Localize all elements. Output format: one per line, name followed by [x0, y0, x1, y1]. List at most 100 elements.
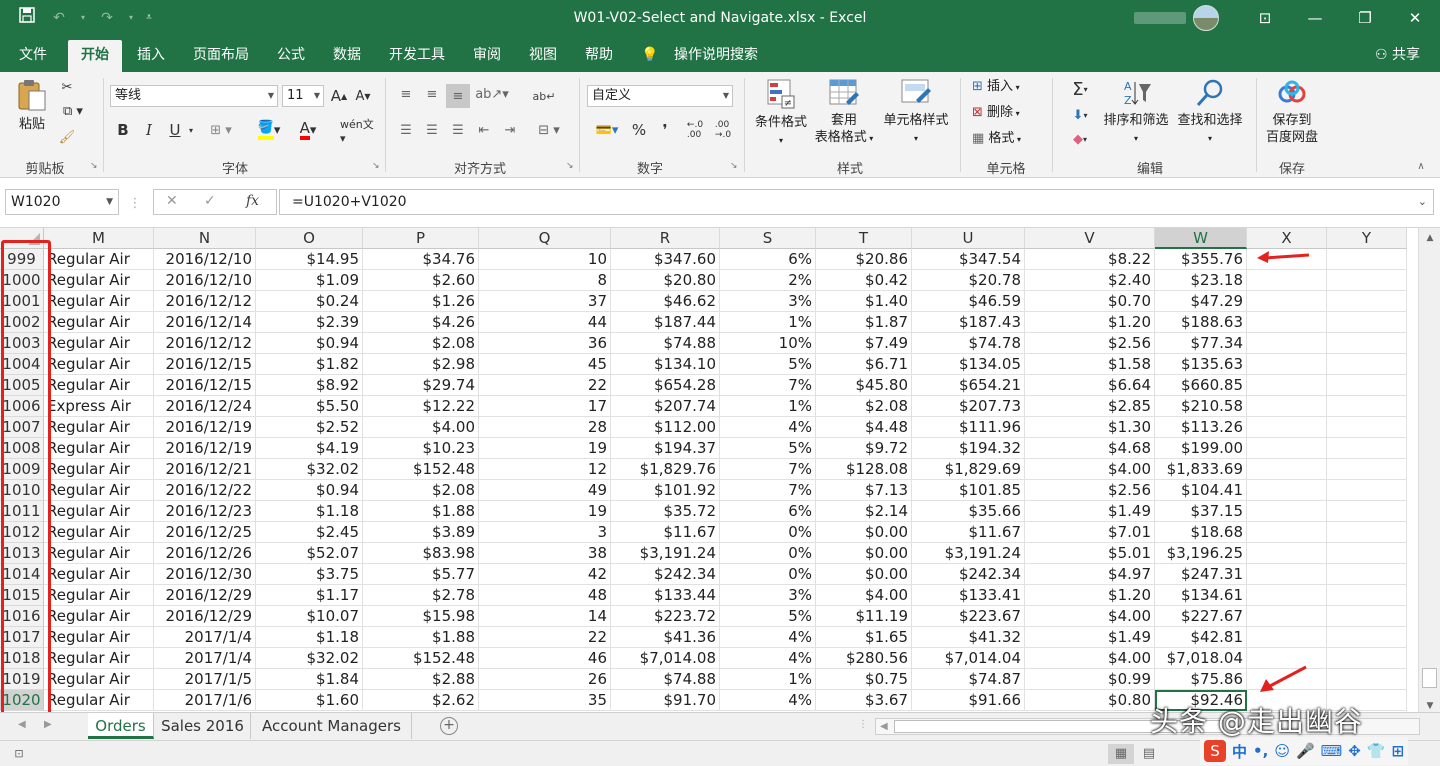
normal-view-icon[interactable]: ▦ [1108, 744, 1134, 764]
cell-u[interactable]: $74.78 [912, 333, 1025, 354]
cell-y[interactable] [1327, 270, 1407, 291]
cell-x[interactable] [1247, 375, 1327, 396]
top-align-icon[interactable]: ≡ [396, 84, 416, 104]
cell-m[interactable]: Regular Air [44, 417, 154, 438]
decrease-indent-icon[interactable]: ⇤ [474, 120, 494, 140]
cell-s[interactable]: 1% [720, 669, 816, 690]
cell-u[interactable]: $1,829.69 [912, 459, 1025, 480]
cell-w[interactable]: $199.00 [1155, 438, 1247, 459]
cell-u[interactable]: $134.05 [912, 354, 1025, 375]
cell-o[interactable]: $2.45 [256, 522, 363, 543]
tab-file[interactable]: 文件 [8, 40, 58, 72]
sheet-next-icon[interactable]: ▶ [44, 719, 52, 730]
cell-v[interactable]: $1.58 [1025, 354, 1155, 375]
cell-o[interactable]: $2.52 [256, 417, 363, 438]
cell-u[interactable]: $654.21 [912, 375, 1025, 396]
cell-r[interactable]: $7,014.08 [611, 648, 720, 669]
cell-y[interactable] [1327, 396, 1407, 417]
formula-input[interactable]: =U1020+V1020 ⌄ [279, 189, 1434, 215]
cell-n[interactable]: 2016/12/24 [154, 396, 256, 417]
cell-y[interactable] [1327, 606, 1407, 627]
keyboard-icon[interactable]: ⌨ [1321, 742, 1343, 760]
cell-s[interactable]: 7% [720, 480, 816, 501]
cell-p[interactable]: $1.88 [363, 501, 479, 522]
cell-s[interactable]: 0% [720, 543, 816, 564]
cell-p[interactable]: $2.08 [363, 480, 479, 501]
cell-m[interactable]: Regular Air [44, 333, 154, 354]
cell-o[interactable]: $1.18 [256, 501, 363, 522]
cell-r[interactable]: $242.34 [611, 564, 720, 585]
cell-u[interactable]: $3,191.24 [912, 543, 1025, 564]
cell-m[interactable]: Regular Air [44, 249, 154, 270]
cell-p[interactable]: $1.26 [363, 291, 479, 312]
cell-n[interactable]: 2017/1/4 [154, 627, 256, 648]
cell-y[interactable] [1327, 627, 1407, 648]
cell-r[interactable]: $35.72 [611, 501, 720, 522]
cell-r[interactable]: $3,191.24 [611, 543, 720, 564]
cell-v[interactable]: $2.56 [1025, 333, 1155, 354]
cell-p[interactable]: $29.74 [363, 375, 479, 396]
cell-r[interactable]: $223.72 [611, 606, 720, 627]
cell-u[interactable]: $242.34 [912, 564, 1025, 585]
column-header[interactable]: M [44, 228, 154, 249]
cell-p[interactable]: $3.89 [363, 522, 479, 543]
sort-filter-button[interactable]: AZ 排序和筛选 ▾ [1100, 78, 1172, 147]
cell-n[interactable]: 2016/12/10 [154, 249, 256, 270]
align-center-icon[interactable]: ☰ [422, 120, 442, 140]
cell-u[interactable]: $7,014.04 [912, 648, 1025, 669]
cell-s[interactable]: 5% [720, 354, 816, 375]
cell-v[interactable]: $0.70 [1025, 291, 1155, 312]
cell-t[interactable]: $2.14 [816, 501, 912, 522]
cell-y[interactable] [1327, 375, 1407, 396]
cell-r[interactable]: $20.80 [611, 270, 720, 291]
cell-m[interactable]: Regular Air [44, 480, 154, 501]
cell-t[interactable]: $7.13 [816, 480, 912, 501]
cell-n[interactable]: 2016/12/12 [154, 333, 256, 354]
cell-n[interactable]: 2016/12/14 [154, 312, 256, 333]
increase-indent-icon[interactable]: ⇥ [500, 120, 520, 140]
cell-r[interactable]: $207.74 [611, 396, 720, 417]
cell-u[interactable]: $187.43 [912, 312, 1025, 333]
cell-y[interactable] [1327, 354, 1407, 375]
cell-s[interactable]: 6% [720, 249, 816, 270]
worksheet-grid[interactable]: M N O P Q R S T U V W X Y 999 Regular Air 2016/12/10 $14… [0, 228, 1418, 712]
bottom-align-icon[interactable]: ≡ [446, 84, 470, 108]
cell-q[interactable]: 10 [479, 249, 611, 270]
cell-v[interactable]: $1.49 [1025, 627, 1155, 648]
cell-x[interactable] [1247, 522, 1327, 543]
cell-p[interactable]: $1.88 [363, 627, 479, 648]
cell-m[interactable]: Express Air [44, 396, 154, 417]
emoji-icon[interactable]: ☺ [1274, 742, 1290, 760]
cell-r[interactable]: $1,829.76 [611, 459, 720, 480]
cell-t[interactable]: $0.75 [816, 669, 912, 690]
cell-x[interactable] [1247, 354, 1327, 375]
cell-q[interactable]: 22 [479, 627, 611, 648]
cell-m[interactable]: Regular Air [44, 438, 154, 459]
cell-q[interactable]: 14 [479, 606, 611, 627]
decrease-font-icon[interactable]: A ▼ [354, 86, 372, 106]
cell-x[interactable] [1247, 291, 1327, 312]
cell-x[interactable] [1247, 312, 1327, 333]
cell-w[interactable]: $210.58 [1155, 396, 1247, 417]
cell-s[interactable]: 4% [720, 648, 816, 669]
cell-v[interactable]: $1.20 [1025, 312, 1155, 333]
cell-v[interactable]: $4.97 [1025, 564, 1155, 585]
column-header[interactable]: N [154, 228, 256, 249]
cell-y[interactable] [1327, 480, 1407, 501]
cell-x[interactable] [1247, 459, 1327, 480]
cell-r[interactable]: $74.88 [611, 333, 720, 354]
cell-r[interactable]: $11.67 [611, 522, 720, 543]
cell-u[interactable]: $133.41 [912, 585, 1025, 606]
cell-p[interactable]: $152.48 [363, 648, 479, 669]
format-cells-button[interactable]: ▦ 格式 ▾ [972, 128, 1021, 150]
minimize-icon[interactable]: — [1290, 0, 1340, 36]
tab-view[interactable]: 视图 [520, 40, 566, 72]
cell-m[interactable]: Regular Air [44, 270, 154, 291]
cell-q[interactable]: 49 [479, 480, 611, 501]
cell-q[interactable]: 8 [479, 270, 611, 291]
cell-m[interactable]: Regular Air [44, 690, 154, 711]
decrease-decimal-icon[interactable]: .00 →.0 [712, 118, 734, 142]
macro-record-icon[interactable]: ⊡ [6, 744, 32, 764]
toolbox-icon[interactable]: ✥ [1348, 742, 1361, 760]
number-format-select[interactable]: 自定义 ▼ [587, 85, 733, 107]
